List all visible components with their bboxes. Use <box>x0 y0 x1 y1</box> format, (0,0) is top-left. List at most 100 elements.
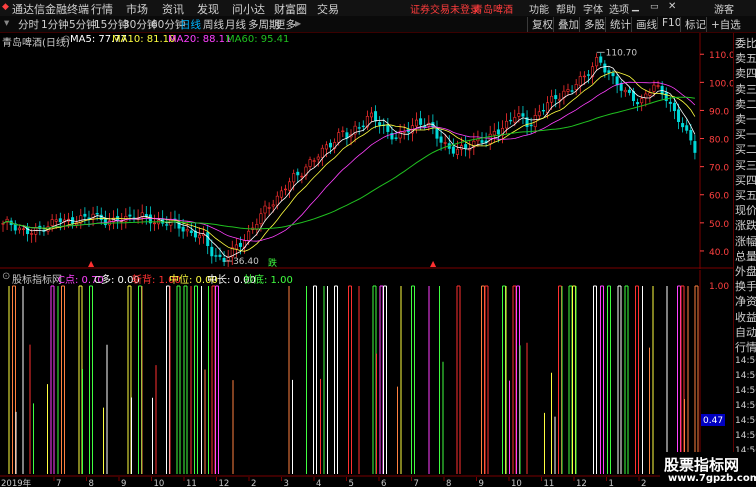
candle <box>132 209 136 223</box>
more-chevron-icon[interactable]: ▶ <box>295 19 301 28</box>
candle <box>152 214 156 231</box>
candle <box>681 117 685 133</box>
candle <box>435 120 439 147</box>
candle <box>222 251 226 267</box>
die-signal-label: 跌 <box>268 258 277 269</box>
candle <box>304 163 308 180</box>
side-panel-label: 现价 <box>735 204 756 218</box>
main-kline-chart[interactable]: 110.0 100.0 90.0 80.0 70.0 60.0 50.0 40.0 110.7… <box>0 33 756 269</box>
duogu-button[interactable]: 多股 <box>579 17 605 32</box>
side-panel-label: 净资 <box>735 295 756 309</box>
time-axis-month: 8 <box>446 479 451 487</box>
restore-icon[interactable]: ▭ <box>650 2 659 12</box>
tab-daily[interactable]: 日线 <box>180 17 201 32</box>
tab-1min[interactable]: 1分钟 <box>41 17 69 32</box>
toolbar-menu-icon[interactable]: ▾ <box>4 17 9 29</box>
candle <box>140 204 144 225</box>
candle <box>562 85 566 105</box>
menu-wenxiaoda[interactable]: 问小达 <box>232 1 265 17</box>
tab-monthly[interactable]: 月线 <box>225 17 246 32</box>
tab-weekly[interactable]: 周线 <box>203 17 224 32</box>
high-price-label: 110.70 <box>606 48 638 58</box>
candle <box>103 210 107 228</box>
guest-label[interactable]: 游客 <box>714 1 734 16</box>
low-price-label: 36.40 <box>233 257 259 267</box>
indicator-axis-label: 1.00 <box>709 282 729 292</box>
close-icon[interactable]: ✕ <box>668 1 676 12</box>
price-tick-label: 40.0 <box>709 248 729 258</box>
candle <box>427 115 431 131</box>
diejia-button[interactable]: 叠加 <box>553 17 579 32</box>
candle <box>267 202 271 216</box>
side-panel-label: 涨幅 <box>735 234 756 248</box>
minimize-icon[interactable]: ▁ <box>632 2 639 12</box>
stock-name-title: 青岛啤酒 <box>473 5 513 16</box>
side-panel-label: 买三 <box>735 158 756 172</box>
candle <box>406 121 410 141</box>
ma20-line <box>2 81 696 242</box>
candle <box>136 209 140 224</box>
watermark-title: 股票指标网 <box>664 456 740 474</box>
price-tick-label: 50.0 <box>709 220 729 230</box>
side-panel-time: 14:50 <box>735 416 756 426</box>
side-panel-label: 买四 <box>735 173 756 187</box>
candle <box>668 96 672 112</box>
menu-bangzhu[interactable]: 帮助 <box>556 1 576 16</box>
side-panel-time: 14:50 <box>735 356 756 366</box>
candle <box>177 213 181 237</box>
time-axis-month: 11 <box>544 479 555 487</box>
candle <box>656 80 660 89</box>
candle <box>578 71 582 93</box>
biaoji-button[interactable]: 标记 <box>680 17 706 32</box>
price-tick-label: 70.0 <box>709 164 729 174</box>
candle <box>447 135 451 155</box>
huaxian-button[interactable]: 画线 <box>631 17 657 32</box>
tab-fenshi[interactable]: 分时 <box>18 17 39 32</box>
time-axis-month: 7 <box>56 479 61 487</box>
time-axis-month: 12 <box>576 479 587 487</box>
candle <box>210 239 214 264</box>
time-axis-month: 11 <box>186 479 197 487</box>
time-axis-month: 3 <box>284 479 289 487</box>
candle <box>574 79 578 96</box>
side-panel-label: 卖三 <box>735 82 756 96</box>
indicator-title: 股标指标网 <box>12 275 62 286</box>
menu-caifuquan[interactable]: 财富圈 <box>274 1 307 17</box>
candle <box>34 223 38 243</box>
signal-marker-icon: ▲ <box>430 259 437 268</box>
menu-hangqing[interactable]: 行情 <box>91 1 113 17</box>
f10-button[interactable]: F10 <box>657 17 681 29</box>
indicator-chart[interactable]: 1.00 0.47 <box>0 270 756 477</box>
time-axis-month: 1 <box>609 479 614 487</box>
candle <box>636 98 640 112</box>
candle <box>541 103 545 115</box>
candle <box>537 104 541 121</box>
tab-more[interactable]: 更多 <box>275 17 296 32</box>
menu-jiaoyi[interactable]: 交易 <box>317 1 339 17</box>
menu-zixun[interactable]: 资讯 <box>162 1 184 17</box>
login-status[interactable]: 证券交易未登录 <box>410 1 480 16</box>
menu-xuanxiang[interactable]: 选项 <box>609 1 629 16</box>
menu-faxian[interactable]: 发现 <box>197 1 219 17</box>
menu-gongneng[interactable]: 功能 <box>529 1 549 16</box>
side-panel-label: 委比 <box>735 37 756 50</box>
menu-bar: ◆ 通达信金融终端 行情 市场 资讯 发现 问小达 财富圈 交易 证券交易未登录… <box>0 0 756 16</box>
add-favorite-button[interactable]: +自选 <box>706 17 741 32</box>
fuquan-button[interactable]: 复权 <box>527 17 553 32</box>
quote-side-panel: 委比 卖五 卖四 卖三 卖二 卖一 买一 买二 买三 买四 买五 现价 涨跌 涨幅 总量 外盘 换手 净资 收益 自动… <box>733 33 756 486</box>
indicator-settings-icon[interactable]: ⊙ <box>2 271 10 282</box>
tab-5min[interactable]: 5分钟 <box>69 17 97 32</box>
tongji-button[interactable]: 统计 <box>605 17 631 32</box>
menu-shichang[interactable]: 市场 <box>126 1 148 17</box>
side-panel-label: 卖一 <box>735 113 756 126</box>
candle <box>664 87 668 108</box>
candle <box>685 119 689 134</box>
candle <box>599 52 603 66</box>
candle <box>345 127 349 146</box>
time-axis-month: 2 <box>641 479 646 487</box>
signal-marker-icon: ▲ <box>88 259 95 268</box>
side-panel-label[interactable]: 行情 <box>735 339 756 355</box>
menu-ziti[interactable]: 字体 <box>583 1 603 16</box>
side-panel-label[interactable]: 自动 <box>735 324 756 340</box>
candle <box>308 156 312 171</box>
